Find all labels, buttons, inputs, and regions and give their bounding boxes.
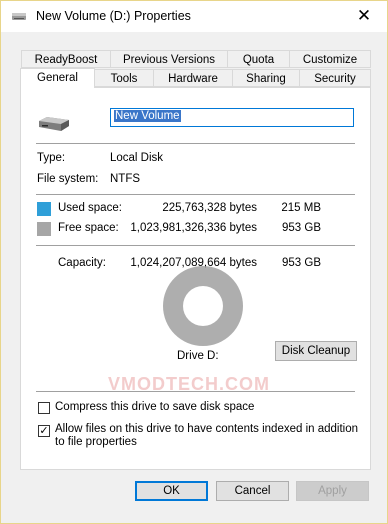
apply-button[interactable]: Apply <box>296 481 369 501</box>
index-checkbox[interactable]: ✓ <box>38 425 50 437</box>
file-system-label: File system: <box>37 173 99 185</box>
free-space-swatch <box>37 222 51 236</box>
drive-icon <box>12 13 26 20</box>
volume-name-input[interactable]: New Volume <box>110 108 354 127</box>
disk-cleanup-button[interactable]: Disk Cleanup <box>275 341 357 361</box>
used-space-swatch <box>37 202 51 216</box>
separator <box>36 194 355 195</box>
ok-button[interactable]: OK <box>135 481 208 501</box>
tab-general[interactable]: General <box>20 68 95 88</box>
tab-previous-versions[interactable]: Previous Versions <box>110 50 228 68</box>
type-label: Type: <box>37 152 66 164</box>
separator <box>36 391 355 392</box>
drive-letter-label: Drive D: <box>177 350 219 362</box>
window-title: New Volume (D:) Properties <box>36 9 191 23</box>
tab-readyboost[interactable]: ReadyBoost <box>21 50 111 68</box>
used-space-label: Used space: <box>58 202 122 214</box>
type-value: Local Disk <box>110 152 164 164</box>
compress-label: Compress this drive to save disk space <box>55 401 255 413</box>
checkmark-icon: ✓ <box>39 425 49 437</box>
free-space-size: 953 GB <box>282 222 321 234</box>
used-space-size: 215 MB <box>281 202 321 214</box>
watermark-logo <box>163 266 243 346</box>
drive-large-icon <box>39 117 69 131</box>
tab-quota[interactable]: Quota <box>227 50 290 68</box>
used-space-bytes: 225,763,328 bytes <box>162 202 257 214</box>
general-tab-panel: New Volume Type: Local Disk File system:… <box>20 87 371 470</box>
capacity-size: 953 GB <box>282 257 321 269</box>
compress-checkbox[interactable] <box>38 402 50 414</box>
cancel-button[interactable]: Cancel <box>216 481 289 501</box>
tab-sharing[interactable]: Sharing <box>232 69 300 87</box>
close-button[interactable]: ✕ <box>341 1 387 32</box>
watermark-logo-center <box>183 286 223 326</box>
properties-window: New Volume (D:) Properties ✕ ReadyBoost … <box>0 0 388 524</box>
index-label: Allow files on this drive to have conten… <box>55 423 359 448</box>
separator <box>36 143 355 144</box>
title-bar[interactable]: New Volume (D:) Properties ✕ <box>1 1 387 32</box>
tab-hardware[interactable]: Hardware <box>153 69 233 87</box>
free-space-bytes: 1,023,981,326,336 bytes <box>130 222 257 234</box>
free-space-label: Free space: <box>58 222 119 234</box>
tab-tools[interactable]: Tools <box>94 69 154 87</box>
separator <box>36 245 355 246</box>
file-system-value: NTFS <box>110 173 141 185</box>
volume-name-text: New Volume <box>114 110 181 122</box>
capacity-label: Capacity: <box>58 257 106 269</box>
tab-customize[interactable]: Customize <box>289 50 371 68</box>
tab-security[interactable]: Security <box>299 69 371 87</box>
